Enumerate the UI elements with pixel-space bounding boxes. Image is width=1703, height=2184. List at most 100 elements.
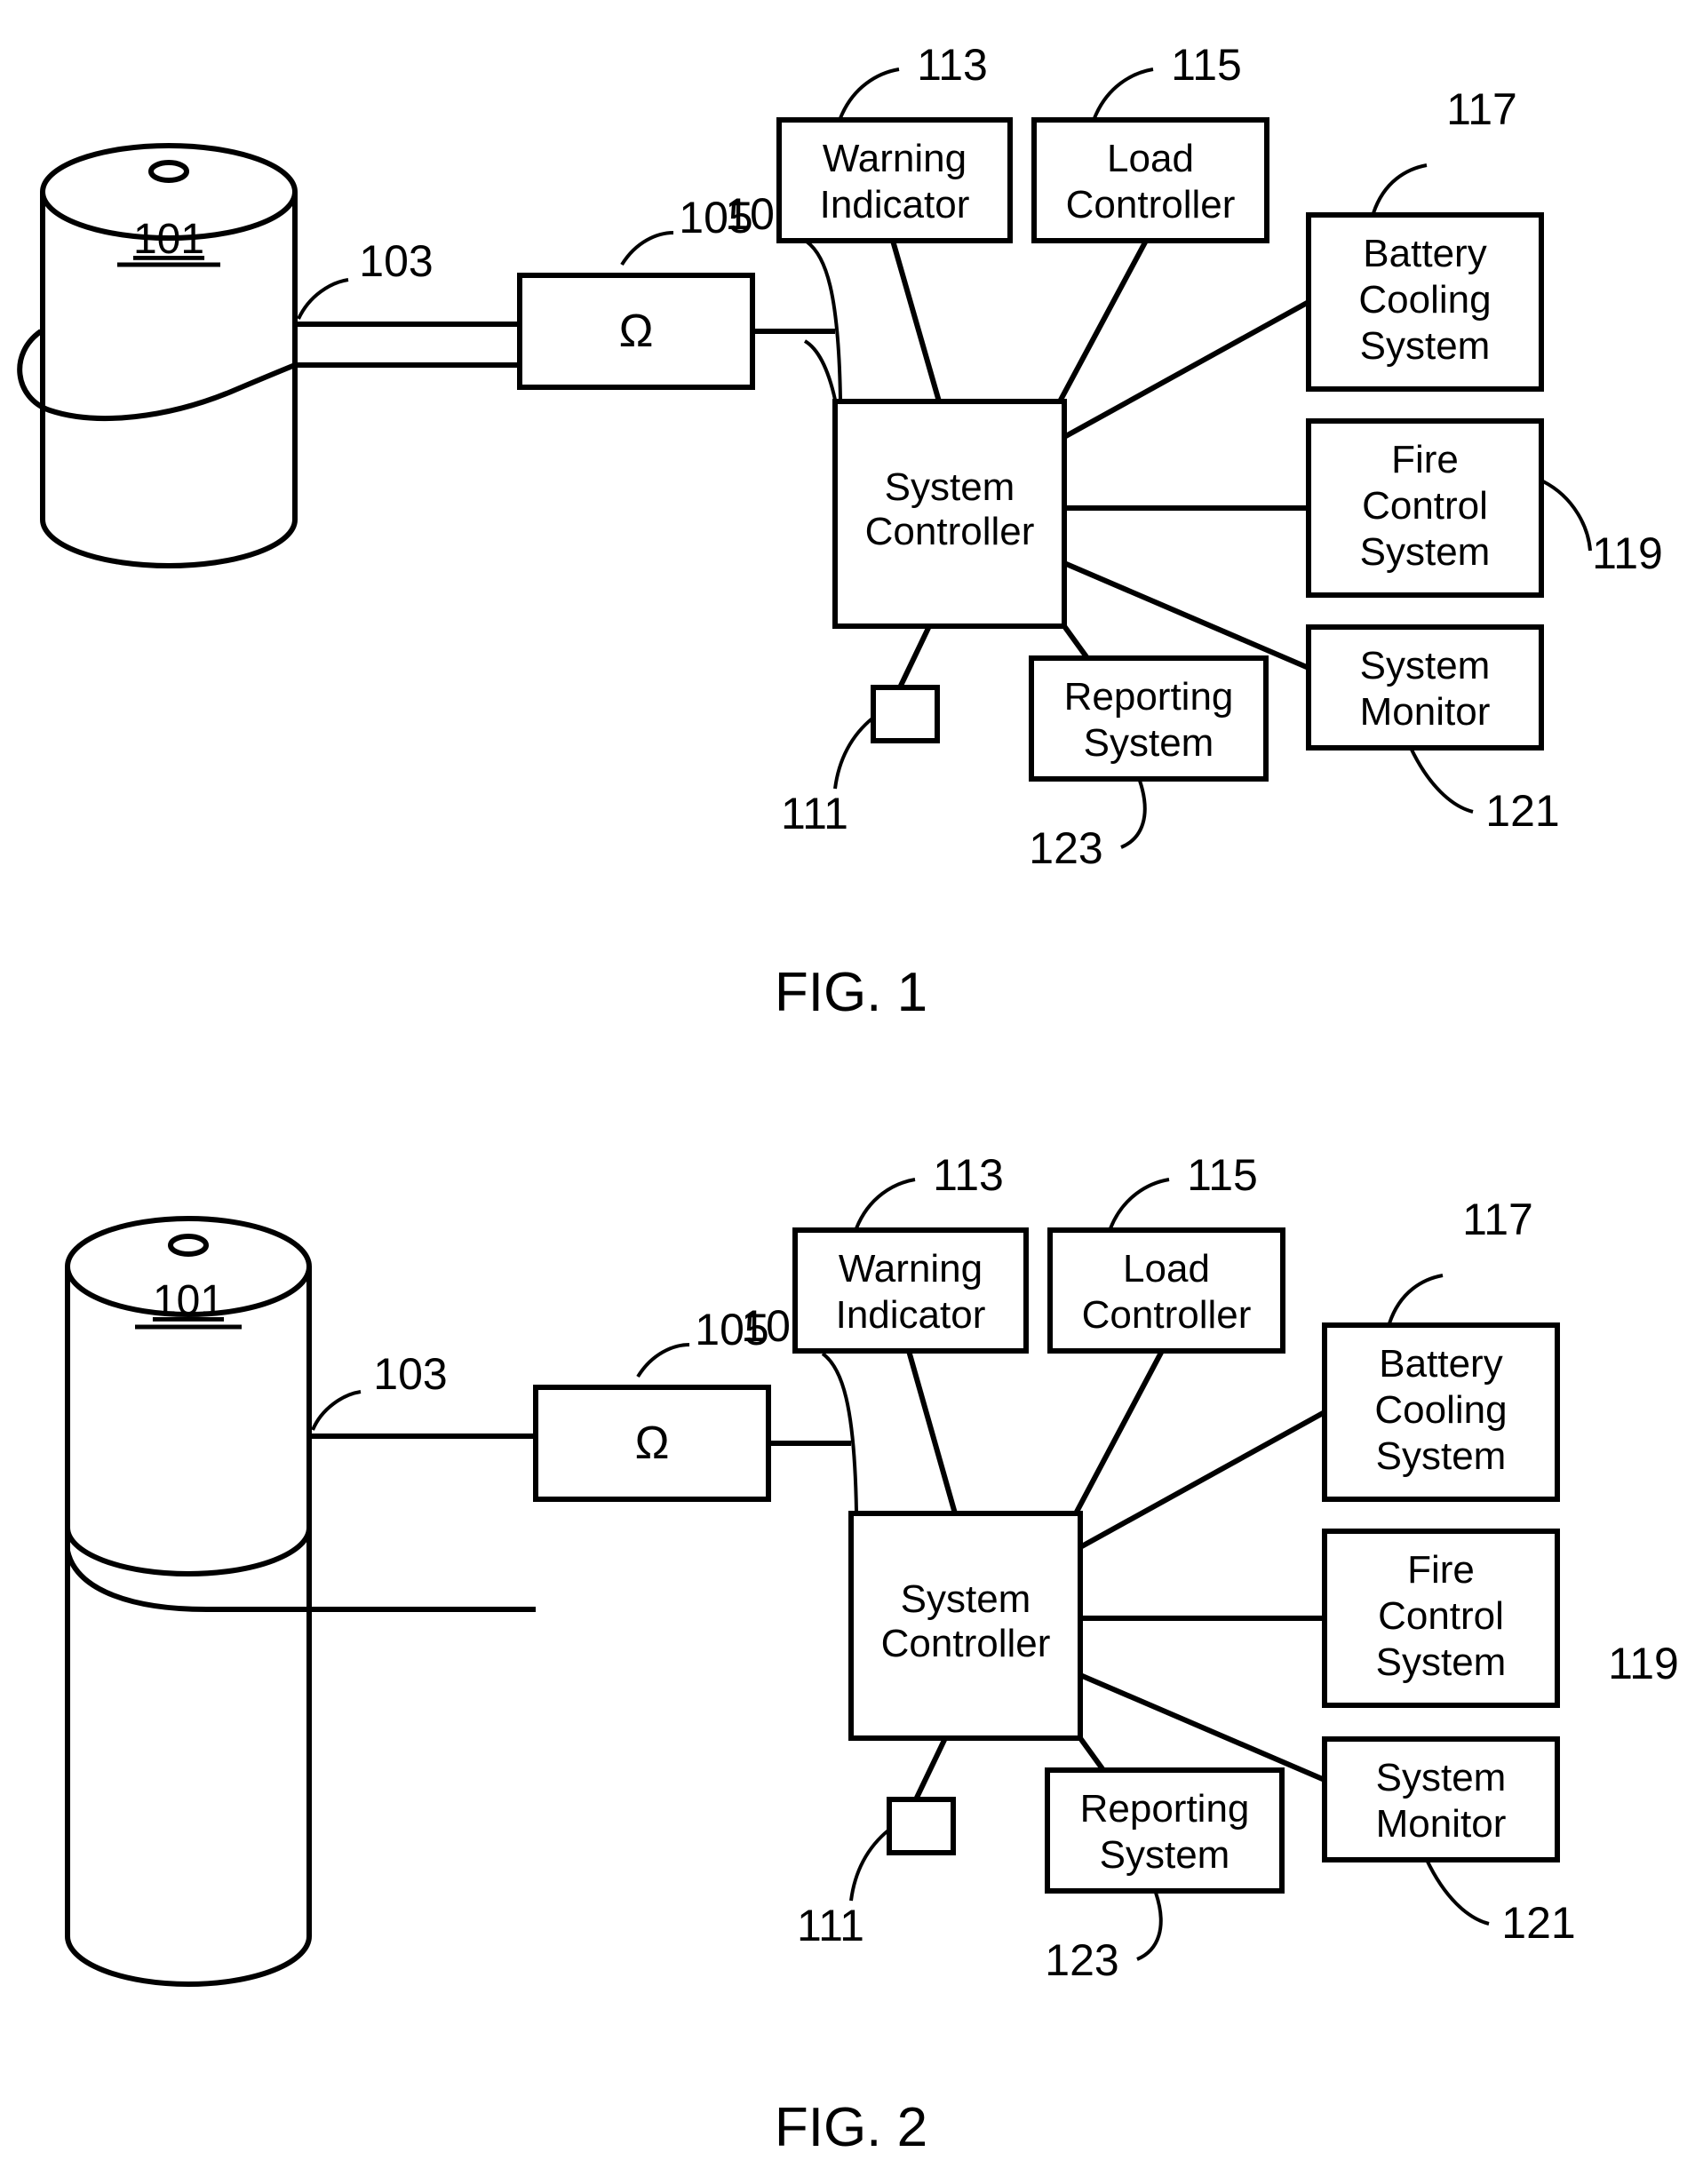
fire-control-label-line3-fig2: System (1376, 1640, 1507, 1684)
block-111: 111 (781, 624, 940, 838)
battery-cooling-label-line1: Battery (1363, 232, 1486, 275)
block-111-fig2: 111 (797, 1736, 956, 1950)
fire-control-label-line1: Fire (1391, 438, 1459, 481)
figure-1-caption: FIG. 1 (775, 962, 927, 1023)
figure-2-caption: FIG. 2 (775, 2097, 927, 2158)
leader-113 (839, 68, 900, 119)
ref-119-fig1: 119 (1592, 528, 1663, 578)
ref-103-fig1: 103 (359, 236, 433, 286)
battery-cooling-label-line2: Cooling (1358, 278, 1491, 322)
ref-117-fig2: 117 (1462, 1195, 1533, 1244)
leader-105-fig2 (636, 1343, 690, 1378)
link-block111-controller-fig2 (913, 1736, 948, 1801)
ref-117-fig1: 117 (1446, 84, 1517, 134)
ref-121-fig2: 121 (1501, 1898, 1575, 1948)
battery-cell-101-fig2: 101 (65, 1216, 312, 1987)
small-block-box-fig2 (887, 1797, 956, 1855)
system-controller-label-line2-fig2: Controller (881, 1622, 1051, 1665)
reporting-system-label-line1-fig2: Reporting (1080, 1787, 1250, 1831)
ref-121-fig1: 121 (1485, 786, 1559, 836)
ref-103-fig2: 103 (373, 1349, 447, 1399)
warning-indicator-label-line2-fig2: Indicator (836, 1293, 986, 1337)
leader-117 (1372, 163, 1428, 214)
system-monitor-label-line2-fig2: Monitor (1376, 1802, 1507, 1846)
patent-drawing-page: 101 103 Ω 105 System Controller 109 Warn… (0, 0, 1703, 2184)
ref-115-fig2: 115 (1187, 1150, 1258, 1200)
link-warning-controller-fig2 (906, 1350, 958, 1514)
ref-119-fig2: 119 (1608, 1639, 1679, 1688)
fire-control-label-line2: Control (1362, 484, 1488, 528)
link-reporting-controller (1062, 624, 1090, 660)
battery-cell-101: 101 (40, 143, 298, 568)
fire-control-system-119: Fire Control System 119 (1064, 418, 1663, 598)
omega-symbol: Ω (619, 306, 654, 357)
leader-113-fig2 (855, 1178, 916, 1229)
battery-cooling-label-line3-fig2: System (1376, 1434, 1507, 1478)
leader-111-fig2 (849, 1828, 891, 1902)
load-controller-115-fig2: Load Controller 115 (1047, 1150, 1285, 1515)
leader-121 (1409, 747, 1474, 814)
figure-1: 101 103 Ω 105 System Controller 109 Warn… (17, 40, 1663, 1023)
figure-2: 101 103 Ω 105 System Controller 109 Warn… (65, 1150, 1679, 2158)
ref-113-fig1: 113 (917, 40, 988, 90)
resistance-meter-105-fig2: Ω 105 (533, 1305, 771, 1502)
leader-109 (803, 339, 837, 401)
ref-111-fig2: 111 (797, 1901, 864, 1950)
cylinder-body-fig2 (65, 1267, 312, 1987)
load-controller-label-line1: Load (1107, 137, 1194, 180)
system-monitor-label-line1-fig2: System (1376, 1756, 1507, 1799)
system-monitor-label-line1: System (1360, 644, 1491, 687)
load-controller-label-line2: Controller (1066, 183, 1236, 226)
reporting-system-label-line1: Reporting (1064, 675, 1234, 719)
fire-control-label-line1-fig2: Fire (1407, 1548, 1475, 1592)
link-load-controller-fig2 (1073, 1349, 1165, 1515)
battery-cooling-label-line3: System (1360, 324, 1491, 368)
leader-123 (1120, 780, 1147, 849)
system-controller-label-line1-fig2: System (901, 1577, 1031, 1621)
cylinder-terminal-hole (148, 160, 189, 183)
link-load-controller (1057, 239, 1149, 403)
fire-control-label-line2-fig2: Control (1378, 1594, 1504, 1638)
leader-117-fig2 (1388, 1274, 1444, 1324)
system-monitor-label-line2: Monitor (1360, 690, 1491, 734)
battery-cooling-label-line2-fig2: Cooling (1374, 1388, 1507, 1432)
leader-119 (1542, 480, 1592, 552)
reporting-system-123: Reporting System 123 (1029, 624, 1269, 873)
link-reporting-controller-fig2 (1078, 1736, 1106, 1772)
reporting-system-label-line2-fig2: System (1100, 1833, 1230, 1877)
link-warning-controller (890, 240, 942, 402)
leader-109-curve (805, 240, 842, 401)
leader-109-curve-fig2 (821, 1352, 858, 1513)
link-monitor-controller-fig2 (1078, 1672, 1326, 1783)
link-monitor-controller (1062, 560, 1310, 671)
ref-101-fig1: 101 (133, 216, 204, 263)
leader-115 (1093, 68, 1154, 119)
ref-115-fig1: 115 (1171, 40, 1242, 90)
fire-control-label-line3: System (1360, 530, 1491, 574)
warning-indicator-label-line1-fig2: Warning (839, 1247, 983, 1291)
reporting-system-123-fig2: Reporting System 123 (1045, 1736, 1285, 1985)
ref-101-fig2: 101 (153, 1277, 224, 1324)
fire-control-system-119-fig2: Fire Control System 119 (1080, 1529, 1679, 1708)
load-controller-label-line1-fig2: Load (1123, 1247, 1210, 1291)
small-block-box (871, 685, 940, 743)
leader-111 (833, 716, 875, 790)
link-block111-controller (897, 624, 932, 689)
warning-indicator-label-line2: Indicator (820, 183, 970, 226)
leader-103-fig2 (311, 1390, 362, 1431)
leader-121-fig2 (1425, 1859, 1490, 1926)
leader-105 (620, 231, 674, 266)
system-controller-label-line2: Controller (865, 510, 1035, 553)
omega-symbol-fig2: Ω (635, 1418, 670, 1469)
cylinder-terminal-hole-fig2 (168, 1234, 209, 1257)
leader-103 (297, 278, 349, 320)
ref-123-fig2: 123 (1045, 1935, 1118, 1985)
reporting-system-label-line2: System (1084, 721, 1214, 765)
ref-123-fig1: 123 (1029, 823, 1102, 873)
warning-indicator-label-line1: Warning (823, 137, 967, 180)
leader-123-fig2 (1136, 1892, 1163, 1961)
system-controller-label-line1: System (885, 465, 1015, 509)
warning-indicator-113-fig2: Warning Indicator 113 (792, 1150, 1029, 1514)
resistance-meter-105: Ω 105 (517, 193, 755, 390)
leader-115-fig2 (1109, 1178, 1170, 1229)
